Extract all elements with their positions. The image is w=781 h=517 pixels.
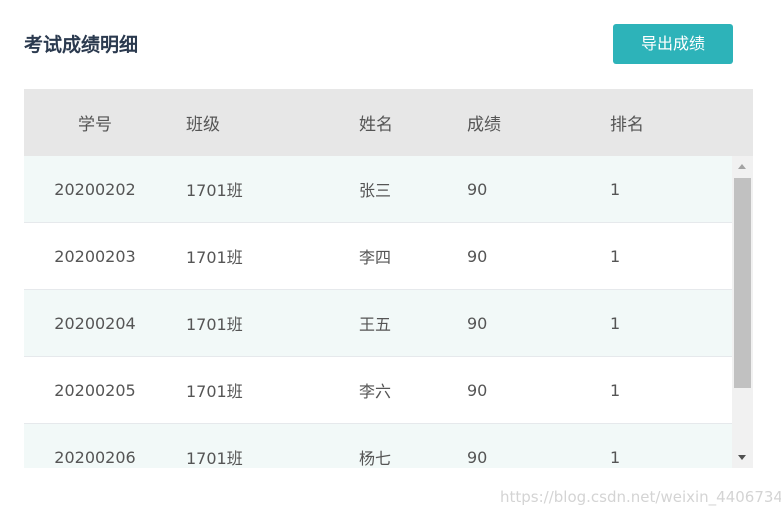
header-class[interactable]: 班级 (186, 89, 220, 156)
cell-class: 1701班 (186, 315, 243, 334)
table-row[interactable]: 20200205 1701班 李六 90 1 (24, 357, 732, 424)
cell-score: 90 (467, 447, 488, 467)
cell-student-id: 20200202 (54, 179, 136, 199)
cell-student-id: 20200206 (54, 447, 136, 467)
vertical-scrollbar[interactable] (732, 156, 753, 468)
cell-rank: 1 (610, 179, 621, 199)
scroll-down-arrow-icon[interactable] (732, 448, 753, 468)
page-title: 考试成绩明细 (24, 34, 139, 56)
scores-table: 学号 班级 姓名 成绩 排名 20200202 1701班 张三 90 1 20… (24, 89, 753, 468)
header-score[interactable]: 成绩 (467, 89, 501, 156)
header-name[interactable]: 姓名 (359, 89, 393, 156)
cell-class: 1701班 (186, 382, 243, 401)
scroll-thumb[interactable] (734, 178, 751, 388)
cell-name: 李四 (359, 248, 392, 267)
cell-score: 90 (467, 380, 488, 400)
cell-class: 1701班 (186, 248, 243, 267)
cell-class: 1701班 (186, 449, 243, 468)
cell-rank: 1 (610, 380, 621, 400)
table-row[interactable]: 20200204 1701班 王五 90 1 (24, 290, 732, 357)
cell-rank: 1 (610, 246, 621, 266)
table-row[interactable]: 20200206 1701班 杨七 90 1 (24, 424, 732, 468)
table-header: 学号 班级 姓名 成绩 排名 (24, 89, 753, 156)
page: 考试成绩明细 导出成绩 学号 班级 姓名 成绩 排名 20200202 1701… (0, 0, 781, 517)
cell-student-id: 20200204 (54, 313, 136, 333)
table-row[interactable]: 20200202 1701班 张三 90 1 (24, 156, 732, 223)
table-row[interactable]: 20200203 1701班 李四 90 1 (24, 223, 732, 290)
cell-score: 90 (467, 246, 488, 266)
cell-rank: 1 (610, 447, 621, 467)
cell-name: 王五 (359, 315, 392, 334)
cell-student-id: 20200205 (54, 380, 136, 400)
export-scores-button[interactable]: 导出成绩 (613, 24, 733, 64)
cell-class: 1701班 (186, 181, 243, 200)
cell-name: 李六 (359, 382, 392, 401)
cell-rank: 1 (610, 313, 621, 333)
watermark: https://blog.csdn.net/weixin_44067347 (500, 488, 781, 506)
table-body[interactable]: 20200202 1701班 张三 90 1 20200203 1701班 李四… (24, 156, 732, 468)
cell-name: 张三 (359, 181, 392, 200)
scroll-up-arrow-icon[interactable] (732, 156, 753, 176)
cell-name: 杨七 (359, 449, 392, 468)
header-student-id[interactable]: 学号 (24, 89, 166, 156)
cell-score: 90 (467, 313, 488, 333)
cell-score: 90 (467, 179, 488, 199)
header-rank[interactable]: 排名 (610, 89, 644, 156)
cell-student-id: 20200203 (54, 246, 136, 266)
